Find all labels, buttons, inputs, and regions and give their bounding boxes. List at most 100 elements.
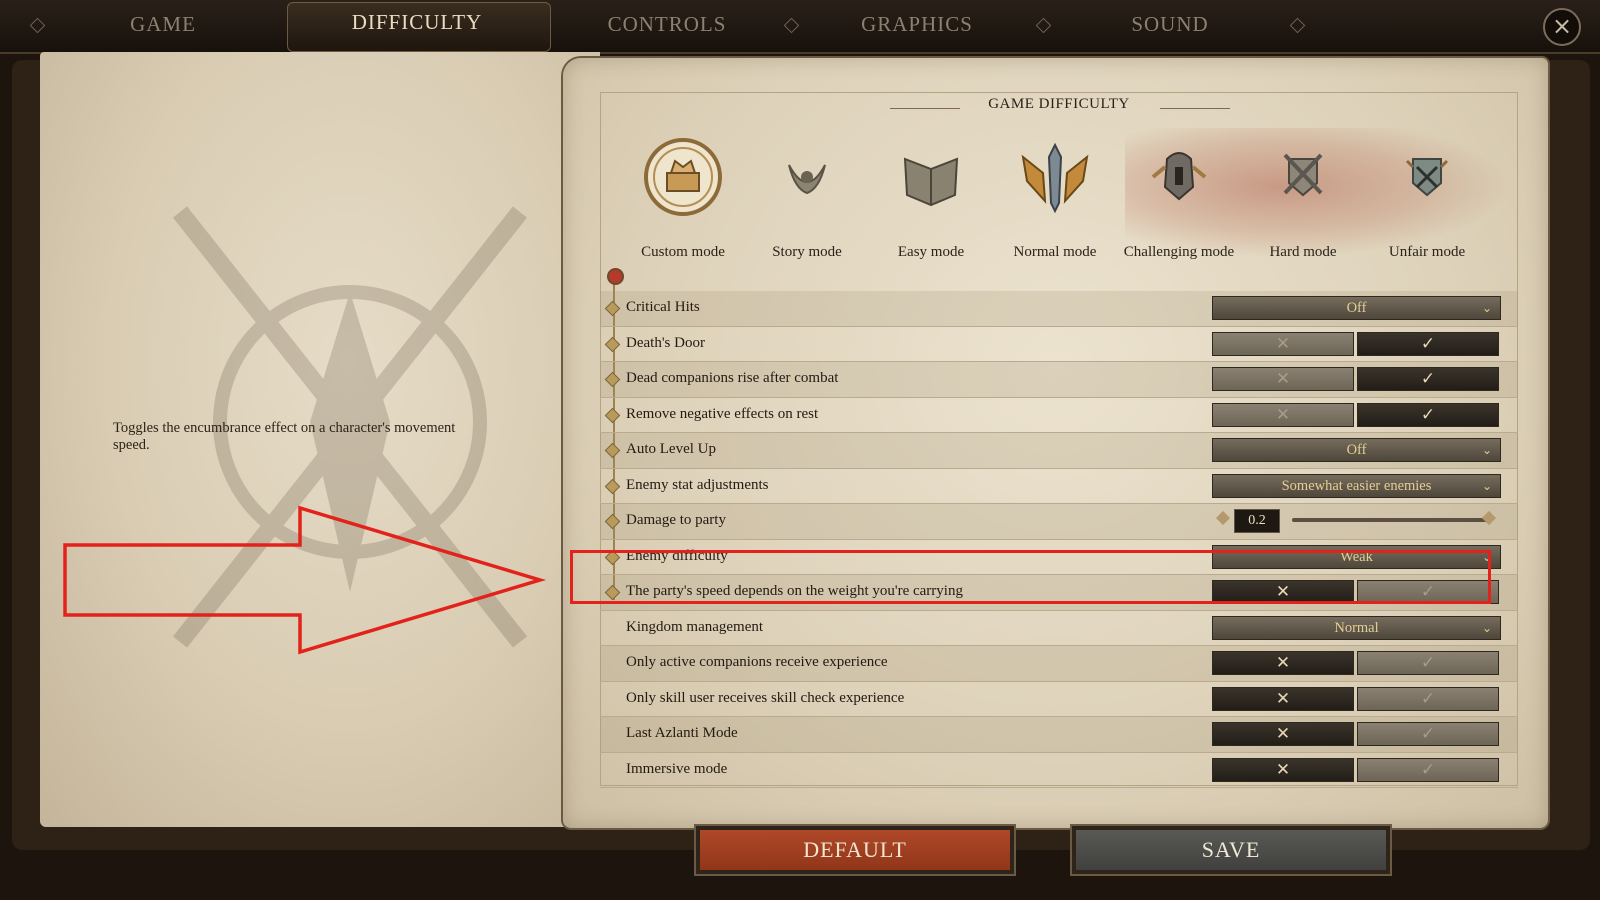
setting-label: Immersive mode (626, 760, 728, 777)
setting-label: Auto Level Up (626, 441, 716, 457)
dropdown-value: Off (1346, 300, 1367, 316)
row-bullet-icon (604, 549, 621, 565)
setting-label: Death's Door (626, 334, 705, 351)
row-bullet-icon (604, 300, 621, 317)
default-button[interactable]: DEFAULT (694, 824, 1016, 876)
setting-row-party-speed-weight: The party's speed depends on the weight … (600, 575, 1518, 611)
chevron-down-icon: ⌄ (1481, 620, 1492, 635)
chevron-down-icon: ⌄ (1481, 301, 1492, 315)
setting-label: Only active companions receive experienc… (626, 654, 888, 670)
mode-label: Challenging mode (1123, 244, 1235, 260)
setting-row-active-companions-experience: Only active companions receive experienc… (600, 646, 1518, 682)
setting-row-kingdom-management: Kingdom management Normal ⌄ (600, 611, 1518, 646)
party-speed-weight-off-button[interactable]: ✕ (1212, 580, 1354, 604)
slider-track[interactable] (1292, 518, 1487, 522)
setting-row-auto-level-up: Auto Level Up Off ⌄ (600, 433, 1518, 469)
panel-title: GAME DIFFICULTY (988, 96, 1130, 112)
setting-row-enemy-difficulty: Enemy difficulty Weak ⌄ (600, 540, 1518, 575)
mode-challenging[interactable]: Challenging mode (1117, 137, 1241, 260)
tab-graphics[interactable]: GRAPHICS (832, 12, 1002, 42)
tab-sound[interactable]: SOUND (1085, 12, 1255, 42)
unfair-mode-icon (1405, 158, 1449, 197)
setting-row-last-azlanti: Last Azlanti Mode ✕ ✓ (600, 717, 1518, 753)
normal-mode-icon (1021, 142, 1089, 214)
row-bullet-icon (604, 478, 621, 494)
setting-row-immersive-mode: Immersive mode ✕ ✓ (600, 753, 1518, 788)
setting-row-skill-check-experience: Only skill user receives skill check exp… (600, 682, 1518, 717)
enemy-stat-adjustments-dropdown[interactable]: Somewhat easier enemies ⌄ (1212, 473, 1501, 498)
dead-companions-on-button[interactable]: ✓ (1357, 367, 1499, 391)
setting-label: Last Azlanti Mode (626, 725, 738, 741)
settings-list: Critical Hits Off ⌄ Death's Door ✕ ✓ Dea… (600, 291, 1518, 788)
slider-left-arrow-icon[interactable] (1215, 510, 1231, 526)
story-mode-icon (788, 164, 826, 195)
row-bullet-icon (604, 513, 621, 530)
remove-negative-effects-on-button[interactable]: ✓ (1357, 402, 1499, 427)
damage-to-party-slider[interactable]: 0.2 (1212, 509, 1499, 533)
deaths-door-on-button[interactable]: ✓ (1357, 331, 1499, 356)
slider-value: 0.2 (1234, 509, 1280, 533)
left-page: Toggles the encumbrance effect on a char… (40, 52, 600, 827)
tab-controls[interactable]: CONTROLS (582, 12, 752, 42)
setting-row-enemy-stat-adjustments: Enemy stat adjustments Somewhat easier e… (600, 469, 1518, 504)
tab-difficulty[interactable]: DIFFICULTY (332, 10, 502, 40)
save-button[interactable]: SAVE (1070, 824, 1392, 876)
mode-label: Unfair mode (1388, 244, 1466, 260)
dropdown-value: Somewhat easier enemies (1281, 477, 1432, 494)
tab-game[interactable]: GAME (78, 12, 248, 42)
mode-custom[interactable]: Custom mode (621, 137, 745, 260)
skill-check-experience-on-button[interactable]: ✓ (1357, 686, 1499, 711)
setting-label: Critical Hits (626, 299, 700, 315)
setting-row-dead-companions: Dead companions rise after combat ✕ ✓ (600, 362, 1518, 398)
setting-label: Damage to party (626, 512, 726, 528)
immersive-mode-on-button[interactable]: ✓ (1357, 757, 1499, 782)
mode-label: Hard mode (1269, 244, 1337, 260)
mode-story[interactable]: Story mode (745, 137, 869, 260)
slider-right-arrow-icon[interactable] (1481, 510, 1497, 526)
remove-negative-effects-off-button[interactable]: ✕ (1212, 402, 1354, 427)
setting-label: Only skill user receives skill check exp… (626, 689, 905, 706)
nav-divider-diamond (29, 17, 46, 34)
dropdown-value: Weak (1340, 548, 1373, 565)
mode-unfair[interactable]: Unfair mode (1365, 137, 1489, 260)
party-speed-weight-on-button[interactable]: ✓ (1357, 580, 1499, 604)
last-azlanti-off-button[interactable]: ✕ (1212, 722, 1354, 746)
row-bullet-icon (604, 407, 621, 423)
hard-mode-icon (1283, 153, 1323, 197)
top-nav-bar: GAME DIFFICULTY CONTROLS GRAPHICS SOUND … (0, 0, 1600, 54)
auto-level-up-dropdown[interactable]: Off ⌄ (1212, 438, 1501, 462)
setting-row-critical-hits: Critical Hits Off ⌄ (600, 291, 1518, 327)
chevron-down-icon: ⌄ (1481, 443, 1492, 457)
challenging-mode-icon (1151, 152, 1207, 201)
nav-divider-diamond (783, 17, 800, 34)
mode-easy[interactable]: Easy mode (869, 137, 993, 260)
mode-hard[interactable]: Hard mode (1241, 137, 1365, 260)
critical-hits-dropdown[interactable]: Off ⌄ (1212, 296, 1501, 320)
dead-companions-off-button[interactable]: ✕ (1212, 367, 1354, 391)
row-bullet-icon (604, 584, 621, 601)
chevron-down-icon: ⌄ (1481, 549, 1492, 564)
setting-label: Remove negative effects on rest (626, 405, 819, 422)
active-companions-experience-on-button[interactable]: ✓ (1357, 651, 1499, 675)
mode-normal[interactable]: Normal mode (993, 137, 1117, 260)
mode-label: Normal mode (1013, 244, 1097, 260)
dropdown-value: Normal (1334, 619, 1379, 636)
skill-check-experience-off-button[interactable]: ✕ (1212, 686, 1354, 711)
kingdom-management-dropdown[interactable]: Normal ⌄ (1212, 615, 1501, 640)
dropdown-value: Off (1346, 442, 1367, 458)
last-azlanti-on-button[interactable]: ✓ (1357, 722, 1499, 746)
close-icon[interactable]: × (1543, 8, 1581, 46)
row-bullet-icon (604, 442, 621, 459)
deaths-door-off-button[interactable]: ✕ (1212, 331, 1354, 356)
chevron-down-icon: ⌄ (1481, 478, 1492, 493)
enemy-difficulty-dropdown[interactable]: Weak ⌄ (1212, 544, 1501, 569)
immersive-mode-off-button[interactable]: ✕ (1212, 757, 1354, 782)
nav-divider-diamond (1289, 17, 1306, 34)
active-companions-experience-off-button[interactable]: ✕ (1212, 651, 1354, 675)
setting-label: Enemy stat adjustments (626, 476, 769, 493)
mode-label: Easy mode (897, 244, 965, 260)
mode-label: Custom mode (641, 244, 725, 260)
mode-label: Story mode (772, 244, 842, 260)
nav-divider-diamond (1035, 17, 1052, 34)
setting-row-damage-to-party: Damage to party 0.2 (600, 504, 1518, 540)
